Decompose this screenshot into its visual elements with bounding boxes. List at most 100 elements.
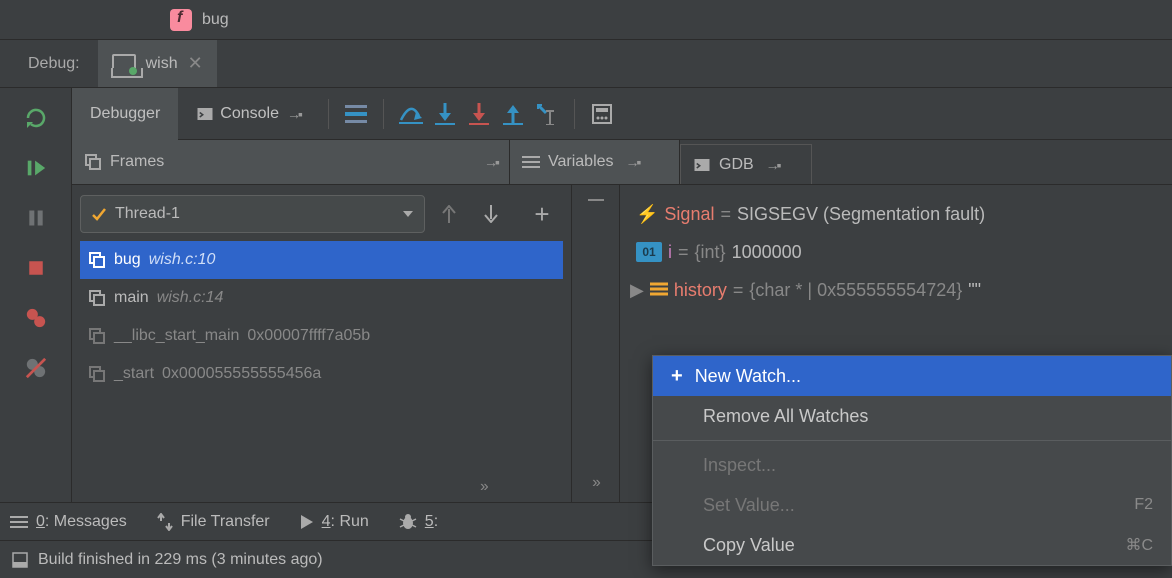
thread-selector[interactable]: Thread-1 [80,195,425,233]
var-signal[interactable]: ⚡ Signal = SIGSEGV (Segmentation fault) [636,195,1162,233]
var-i[interactable]: 01 i = {int} 1000000 [636,233,1162,271]
pause-button[interactable] [12,198,60,238]
var-value: "" [968,280,981,301]
frame-icon [88,251,106,269]
debug-tab-wish[interactable]: wish ✕ [98,40,217,87]
ctx-copy-value[interactable]: Copy Value ⌘C [653,525,1171,565]
popout-icon[interactable]: →▪ [626,154,639,170]
thread-row: Thread-1 + [80,195,563,233]
show-execution-point-button[interactable] [339,97,373,131]
plus-icon: + [671,365,683,388]
close-icon[interactable]: ✕ [188,53,203,74]
status-icon [12,552,28,568]
equals: = [733,280,744,301]
frame-up-button[interactable] [431,196,467,232]
ctx-new-watch[interactable]: + New Watch... [653,356,1171,396]
debug-left-rail [0,88,72,502]
vars-gutter: ›› [572,185,620,502]
gdb-panel-header[interactable]: GDB →▪ [680,144,812,184]
step-into-button[interactable] [428,97,462,131]
ctx-label: Inspect... [703,455,776,476]
equals: = [678,242,689,263]
tab-debugger[interactable]: Debugger [72,88,178,140]
transfer-icon [157,513,173,531]
rerun-button[interactable] [12,98,60,138]
view-breakpoints-button[interactable] [12,298,60,338]
frames-label: Frames [110,153,164,171]
ctx-set-value[interactable]: Set Value... F2 [653,485,1171,525]
step-out-button[interactable] [496,97,530,131]
var-history[interactable]: ▶ history = {char * | 0x555555554724} "" [636,271,1162,309]
frame-item-bug[interactable]: bug wish.c:10 [80,241,563,279]
frames-more-icon[interactable]: ›› [480,478,487,496]
frame-item-libc[interactable]: __libc_start_main 0x00007ffff7a05b [80,317,563,355]
run-to-cursor-button[interactable] [530,97,564,131]
step-over-button[interactable] [394,97,428,131]
popout-icon[interactable]: →▪ [484,154,497,170]
debug-label: Debug: [0,40,98,87]
frame-name: __libc_start_main [114,327,239,345]
tw-run[interactable]: 4: Run [300,513,369,531]
status-message: Build finished in 229 ms (3 minutes ago) [38,551,323,569]
frame-item-main[interactable]: main wish.c:14 [80,279,563,317]
frame-item-start[interactable]: _start 0x000055555555456a [80,355,563,393]
tw-debug[interactable]: 5: [399,513,438,531]
frame-loc: wish.c:14 [157,289,224,307]
tw-messages[interactable]: 0: Messages [10,513,127,531]
var-name: i [668,242,672,263]
frames-panel: Thread-1 + bug wish.c:10 main [72,185,572,502]
variables-label: Variables [548,153,614,171]
frame-addr: 0x000055555555456a [162,365,321,383]
run-config-name: wish [146,55,178,73]
ctx-label: Copy Value [703,535,795,556]
mute-breakpoints-button[interactable] [12,348,60,388]
frame-icon [88,365,106,383]
tw-file-transfer[interactable]: File Transfer [157,513,270,531]
debug-tab-row: Debug: wish ✕ [0,40,1172,88]
panel-headers: Frames →▪ Variables →▪ GDB →▪ [72,140,1172,184]
play-icon [300,514,314,530]
ctx-remove-watches[interactable]: Remove All Watches [653,396,1171,436]
separator [328,99,329,129]
bolt-icon: ⚡ [636,204,658,225]
frame-icon [88,327,106,345]
ctx-shortcut: F2 [1134,496,1153,514]
expand-icon[interactable]: ▶ [630,280,644,301]
collapse-icon[interactable] [588,199,604,201]
breadcrumb-fn[interactable]: bug [202,11,229,29]
tw-label: File Transfer [181,513,270,531]
ctx-shortcut: ⌘C [1125,535,1153,555]
struct-icon [650,280,668,301]
frame-name: bug [114,251,141,269]
breadcrumb-row: bug [0,0,1172,40]
terminal-icon [693,156,711,174]
resume-button[interactable] [12,148,60,188]
equals: = [720,204,731,225]
bug-icon [399,513,417,531]
console-popout-icon[interactable]: →▪ [287,106,300,122]
tab-console[interactable]: Console →▪ [178,88,318,140]
function-icon [170,9,192,31]
var-value: SIGSEGV (Segmentation fault) [737,204,985,225]
ctx-separator [653,440,1171,441]
frame-name: main [114,289,149,307]
add-frame-button[interactable]: + [521,196,563,232]
frame-loc: wish.c:10 [149,251,216,269]
check-icon [91,206,107,222]
ctx-inspect[interactable]: Inspect... [653,445,1171,485]
more-icon[interactable]: ›› [592,474,599,492]
frames-panel-header[interactable]: Frames →▪ [72,140,510,184]
debugger-toolbar: Debugger Console →▪ [72,88,1172,140]
ctx-label: Set Value... [703,495,795,516]
force-step-into-button[interactable] [462,97,496,131]
variables-icon [522,155,540,169]
evaluate-expression-button[interactable] [585,97,619,131]
popout-icon[interactable]: →▪ [766,157,779,173]
frame-name: _start [114,365,154,383]
list-icon [10,515,28,529]
run-config-icon [112,54,136,74]
variables-panel-header[interactable]: Variables →▪ [510,140,680,184]
stop-button[interactable] [12,248,60,288]
separator [383,99,384,129]
frame-down-button[interactable] [473,196,509,232]
